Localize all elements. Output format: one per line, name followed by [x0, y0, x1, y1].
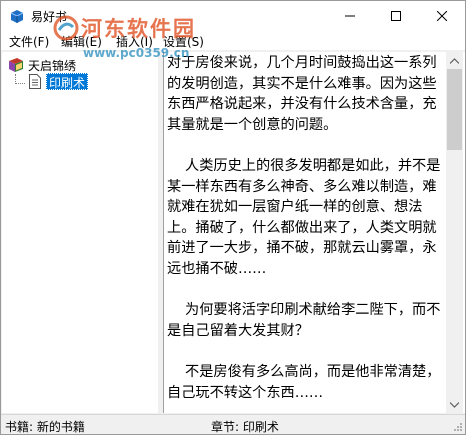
maximize-button[interactable]: [373, 1, 419, 31]
watermark-title: 河东软件园: [81, 16, 196, 41]
paragraph: 不是房俊有多么高尚，而是他非常清楚，自己玩不转这个东西……: [167, 363, 441, 401]
minimize-button[interactable]: [327, 1, 373, 31]
resize-grip-icon[interactable]: [453, 422, 463, 432]
menu-file[interactable]: 文件(F): [9, 33, 49, 50]
status-book: 书籍: 新的书籍: [5, 420, 85, 434]
maximize-icon: [391, 11, 401, 21]
minimize-icon: [345, 15, 355, 17]
chevron-down-icon: [450, 401, 459, 408]
status-bar: 书籍: 新的书籍 章节: 印刷术: [1, 414, 465, 434]
tree-node-book-label: 天启锦绣: [28, 59, 77, 73]
tree-node-chapter-selected[interactable]: 印刷术: [46, 73, 89, 90]
scroll-up-button[interactable]: [446, 52, 463, 69]
paragraph: 为何要将活字印刷术献给李二陛下，而不是自己留着大发其财？: [167, 302, 441, 339]
app-window: 易好书 文件(F) 编辑(E) 插入(I) 设置(S) 天启锦绣 印刷术 对于房…: [0, 0, 466, 435]
chapter-text: 对于房俊来说，几个月时间鼓捣出这一系列的发明创造，其实不是什么难事。因为这些东西…: [167, 53, 447, 424]
close-button[interactable]: [419, 1, 465, 31]
book-icon: [9, 58, 23, 72]
document-icon: [29, 74, 41, 89]
app-icon: [10, 10, 24, 23]
chapter-text-editor[interactable]: 对于房俊来说，几个月时间鼓捣出这一系列的发明创造，其实不是什么难事。因为这些东西…: [163, 52, 465, 413]
watermark-logo-icon: [53, 15, 79, 41]
status-chapter: 章节: 印刷术: [211, 420, 279, 434]
close-icon: [437, 11, 447, 21]
chapter-tree[interactable]: 天启锦绣 印刷术: [2, 52, 158, 413]
watermark-url: www.pc0359.cn: [83, 46, 190, 60]
paragraph: 人类历史上的很多发明都是如此，并不是某一样东西有多么神奇、多么难以制造，难就难在…: [167, 157, 441, 277]
paragraph: 对于房俊来说，几个月时间鼓捣出这一系列的发明创造，其实不是什么难事。因为这些东西…: [167, 55, 437, 133]
scroll-thumb[interactable]: [447, 69, 462, 150]
chevron-up-icon: [450, 57, 459, 64]
tree-connector: [15, 83, 25, 84]
vertical-scrollbar[interactable]: [446, 52, 463, 413]
scroll-down-button[interactable]: [446, 396, 463, 413]
